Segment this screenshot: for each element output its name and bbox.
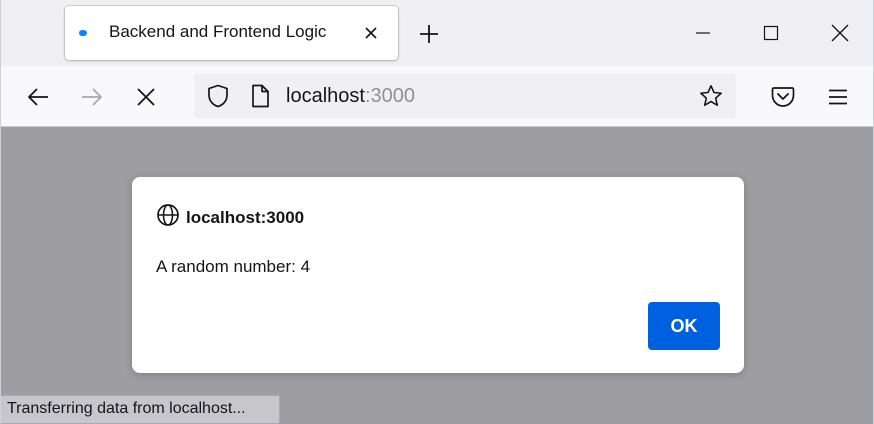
minimize-icon[interactable] xyxy=(685,16,721,50)
hamburger-menu-icon[interactable] xyxy=(821,80,855,114)
stop-loading-icon[interactable] xyxy=(129,80,163,114)
shield-icon[interactable] xyxy=(206,84,230,108)
forward-arrow-icon[interactable] xyxy=(75,80,109,114)
tab-close-icon[interactable] xyxy=(360,22,382,44)
pocket-icon[interactable] xyxy=(766,80,800,114)
globe-icon xyxy=(156,203,180,232)
new-tab-plus-icon[interactable] xyxy=(415,20,443,48)
navigation-toolbar: localhost:3000 xyxy=(1,66,873,127)
status-bar: Transferring data from localhost... xyxy=(1,395,280,424)
alert-dialog: localhost:3000 A random number: 4 OK xyxy=(132,177,744,373)
tab-title: Backend and Frontend Logic xyxy=(109,22,327,41)
ok-button[interactable]: OK xyxy=(648,302,720,350)
star-icon[interactable] xyxy=(699,84,723,108)
dialog-origin: localhost:3000 xyxy=(156,203,304,232)
tab-strip: Backend and Frontend Logic xyxy=(1,0,873,66)
dialog-origin-label: localhost:3000 xyxy=(186,207,305,227)
back-arrow-icon[interactable] xyxy=(21,80,55,114)
maximize-icon[interactable] xyxy=(753,16,789,50)
page-content-overlay: localhost:3000 A random number: 4 OK Tra… xyxy=(1,127,873,424)
url-bar[interactable]: localhost:3000 xyxy=(194,73,736,119)
tab-active[interactable]: Backend and Frontend Logic xyxy=(65,6,398,60)
url-host: localhost xyxy=(286,85,365,107)
page-icon[interactable] xyxy=(248,84,272,108)
url-text: localhost:3000 xyxy=(286,85,415,108)
close-window-icon[interactable] xyxy=(822,16,858,50)
loading-indicator-icon xyxy=(79,30,87,36)
browser-window: Backend and Frontend Logic localhost:300… xyxy=(0,0,874,424)
url-port: :3000 xyxy=(364,85,415,107)
dialog-message: A random number: 4 xyxy=(156,257,311,276)
